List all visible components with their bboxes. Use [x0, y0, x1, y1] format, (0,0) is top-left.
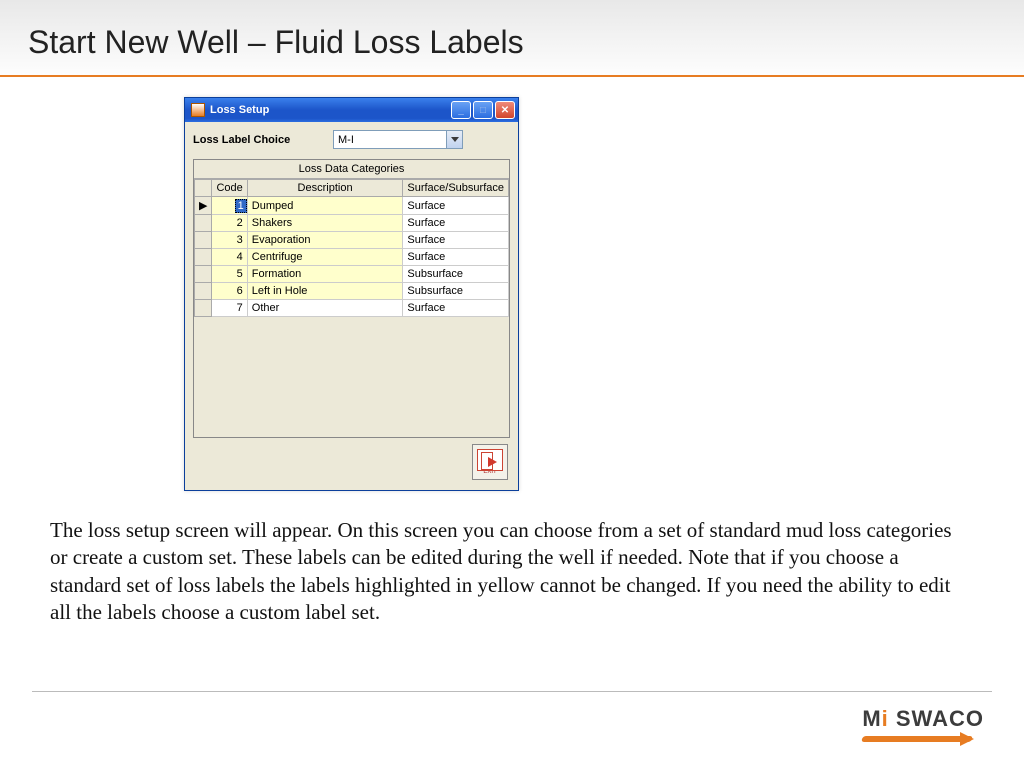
grid-empty-area — [194, 317, 509, 437]
explanatory-text: The loss setup screen will appear. On th… — [44, 517, 980, 626]
slide-header: Start New Well – Fluid Loss Labels — [0, 0, 1024, 77]
code-cell[interactable]: 7 — [212, 300, 247, 317]
code-cell[interactable]: 5 — [212, 266, 247, 283]
logo-part-i: i — [882, 706, 889, 731]
location-cell[interactable]: Surface — [403, 215, 509, 232]
logo-part-swaco: SWACO — [889, 706, 984, 731]
location-cell[interactable]: Surface — [403, 232, 509, 249]
table-row[interactable]: 2ShakersSurface — [195, 215, 509, 232]
brand-logo: Mi SWACO — [862, 706, 984, 746]
row-selector[interactable] — [195, 300, 212, 317]
app-icon — [191, 103, 205, 117]
content-area: Loss Setup _ □ ✕ Loss Label Choice M-I L… — [0, 77, 1024, 626]
description-cell[interactable]: Dumped — [247, 197, 403, 215]
row-selector[interactable]: ▶ — [195, 197, 212, 215]
row-selector[interactable] — [195, 283, 212, 300]
dropdown-arrow-icon[interactable] — [446, 131, 462, 148]
loss-categories-grid[interactable]: Loss Data Categories Code Description Su… — [193, 159, 510, 438]
exit-icon — [477, 449, 503, 471]
loss-label-choice-label: Loss Label Choice — [193, 134, 333, 146]
logo-part-m: M — [862, 706, 881, 731]
row-selector[interactable] — [195, 249, 212, 266]
location-cell[interactable]: Surface — [403, 300, 509, 317]
location-cell[interactable]: Subsurface — [403, 266, 509, 283]
row-selector-header — [195, 180, 212, 197]
table-row[interactable]: 7OtherSurface — [195, 300, 509, 317]
table-row[interactable]: ▶1DumpedSurface — [195, 197, 509, 215]
dropdown-value: M-I — [338, 134, 354, 146]
minimize-button[interactable]: _ — [451, 101, 471, 119]
logo-swoosh-icon — [862, 732, 972, 746]
code-cell[interactable]: 2 — [212, 215, 247, 232]
description-header: Description — [247, 180, 403, 197]
grid-title: Loss Data Categories — [194, 160, 509, 179]
window-titlebar[interactable]: Loss Setup _ □ ✕ — [185, 98, 518, 122]
description-cell[interactable]: Centrifuge — [247, 249, 403, 266]
location-cell[interactable]: Subsurface — [403, 283, 509, 300]
close-button[interactable]: ✕ — [495, 101, 515, 119]
slide-title: Start New Well – Fluid Loss Labels — [28, 24, 996, 61]
code-cell[interactable]: 1 — [212, 197, 247, 215]
table-row[interactable]: 5FormationSubsurface — [195, 266, 509, 283]
exit-button[interactable]: EXIT — [472, 444, 508, 480]
description-cell[interactable]: Left in Hole — [247, 283, 403, 300]
code-header: Code — [212, 180, 247, 197]
description-cell[interactable]: Shakers — [247, 215, 403, 232]
description-cell[interactable]: Evaporation — [247, 232, 403, 249]
grid-header-row: Code Description Surface/Subsurface — [195, 180, 509, 197]
loss-setup-window: Loss Setup _ □ ✕ Loss Label Choice M-I L… — [184, 97, 519, 491]
row-selector[interactable] — [195, 232, 212, 249]
window-body: Loss Label Choice M-I Loss Data Categori… — [185, 122, 518, 490]
footer-divider — [32, 691, 992, 692]
location-cell[interactable]: Surface — [403, 249, 509, 266]
code-cell[interactable]: 6 — [212, 283, 247, 300]
maximize-button[interactable]: □ — [473, 101, 493, 119]
location-cell[interactable]: Surface — [403, 197, 509, 215]
table-row[interactable]: 6Left in HoleSubsurface — [195, 283, 509, 300]
row-selector[interactable] — [195, 215, 212, 232]
description-cell[interactable]: Formation — [247, 266, 403, 283]
table-row[interactable]: 3EvaporationSurface — [195, 232, 509, 249]
code-cell[interactable]: 3 — [212, 232, 247, 249]
code-cell[interactable]: 4 — [212, 249, 247, 266]
table-row[interactable]: 4CentrifugeSurface — [195, 249, 509, 266]
description-cell[interactable]: Other — [247, 300, 403, 317]
surface-header: Surface/Subsurface — [403, 180, 509, 197]
loss-label-choice-dropdown[interactable]: M-I — [333, 130, 463, 149]
row-selector[interactable] — [195, 266, 212, 283]
window-title: Loss Setup — [210, 104, 449, 116]
